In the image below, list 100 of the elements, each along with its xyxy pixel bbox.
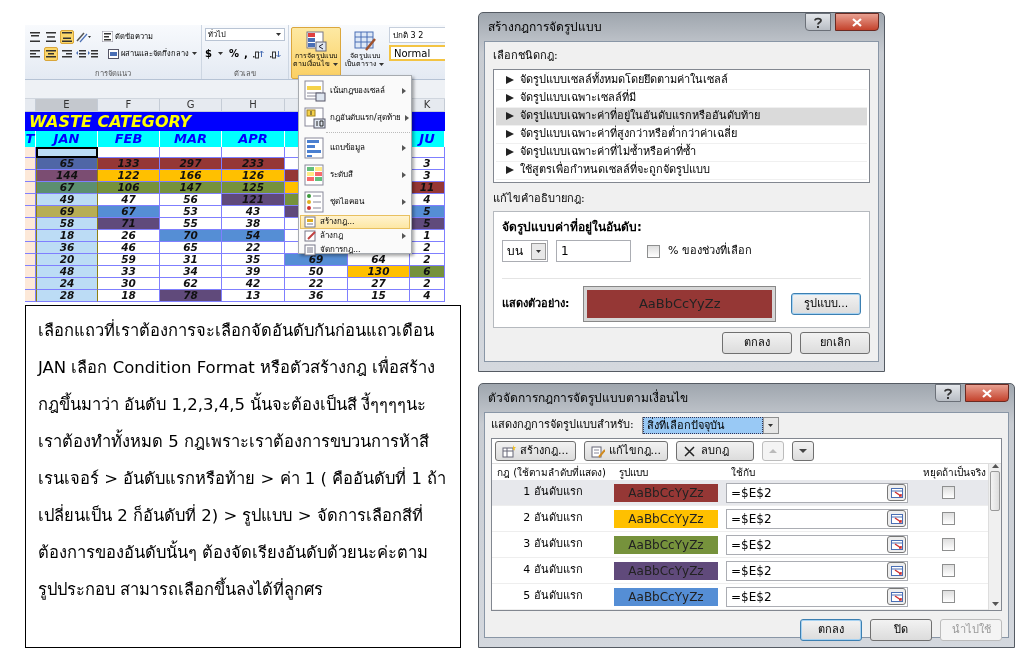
text-direction-icon[interactable] [76, 30, 92, 43]
range-picker-button[interactable] [887, 562, 906, 579]
rule-row[interactable]: 4 อันดับแรก AaBbCcYyZz =$E$2 [492, 558, 988, 584]
scrollbar[interactable] [988, 464, 1001, 610]
submenu-arrow-icon [402, 171, 406, 178]
align-button[interactable] [44, 29, 58, 44]
table-cell: 26 [98, 230, 160, 242]
direction-dropdown[interactable]: บน [502, 240, 548, 262]
menu-item[interactable]: ล้างกฎ [300, 229, 410, 243]
scrollbar-thumb[interactable] [990, 471, 1000, 511]
column-header[interactable]: H [222, 99, 285, 112]
triangle-icon [506, 94, 514, 102]
range-field[interactable]: =$E$2 [726, 482, 908, 503]
range-picker-button[interactable] [887, 484, 906, 501]
table-cell: 36 [285, 290, 348, 302]
close-button[interactable] [965, 384, 1009, 402]
align-button[interactable] [28, 29, 42, 44]
format-button[interactable]: $ [205, 49, 212, 58]
align-button[interactable] [60, 29, 74, 44]
rule-name: 1 อันดับแรก [522, 484, 584, 501]
menu-item[interactable]: ระดับสี [300, 161, 410, 188]
field-label: แสดงกฎการจัดรูปแบบสำหรับ: [491, 417, 634, 434]
dialog-button[interactable]: รูปแบบ... [791, 293, 861, 315]
toolbar-button[interactable]: ลบกฎ [676, 441, 754, 461]
cell-style-item[interactable]: Normal [389, 45, 445, 61]
checkbox[interactable] [647, 244, 660, 258]
submenu-arrow-icon [402, 144, 406, 151]
table-cell: 56 [160, 194, 222, 206]
list-item[interactable]: จัดรูปแบบเฉพาะค่าที่ไม่ซ้ำหรือค่าที่ซ้ำ [496, 143, 867, 162]
dropdown-value: บน [507, 243, 523, 260]
help-button[interactable] [805, 13, 831, 31]
dialog-button[interactable]: ยกเลิก [800, 332, 870, 354]
decrease-decimal-icon[interactable] [269, 48, 282, 59]
menu-item[interactable]: ชุดไอคอน [300, 188, 410, 215]
dialog-button[interactable]: ตกลง [800, 619, 862, 641]
range-field[interactable]: =$E$2 [726, 534, 908, 555]
table-cell [25, 158, 36, 170]
dialog-button[interactable]: ปิด [870, 619, 932, 641]
range-value: =$E$2 [731, 510, 772, 528]
decrease-indent-icon[interactable] [76, 48, 86, 59]
range-field[interactable]: =$E$2 [726, 508, 908, 529]
table-cell [25, 194, 36, 206]
column-header[interactable]: G [160, 99, 222, 112]
table-cell: 48 [36, 266, 98, 278]
table-cell: 297 [160, 158, 222, 170]
caret-icon [275, 32, 282, 37]
list-item-label: จัดรูปแบบเฉพาะค่าที่สูงกว่าหรือต่ำกว่าค่าเฉลี่ย [520, 125, 737, 142]
list-item[interactable]: จัดรูปแบบเฉพาะเซลล์ที่มี [496, 89, 867, 108]
caret-icon [332, 61, 339, 67]
column-header: หยุดถ้าเป็นจริง [922, 464, 987, 480]
rule-row[interactable]: 5 อันดับแรก AaBbCcYyZz =$E$2 [492, 584, 988, 610]
column-header[interactable]: K [410, 99, 445, 112]
list-item[interactable]: ใช้สูตรเพื่อกำหนดเซลล์ที่จะถูกจัดรูปแบบ [496, 161, 867, 180]
align-button[interactable] [44, 46, 58, 61]
increase-indent-icon[interactable] [88, 48, 98, 59]
range-field[interactable]: =$E$2 [726, 586, 908, 607]
checkbox[interactable] [941, 564, 955, 577]
close-button[interactable] [835, 13, 879, 31]
table-cell: 133 [98, 158, 160, 170]
table-cell: 64 [348, 254, 410, 266]
list-item[interactable]: จัดรูปแบบเฉพาะค่าที่สูงกว่าหรือต่ำกว่าค่าเฉลี่ย [496, 125, 867, 144]
table-cell: 28 [36, 290, 98, 302]
list-item[interactable]: จัดรูปแบบเซลล์ทั้งหมดโดยยึดตามค่าในเซลล์ [496, 71, 867, 90]
column-header[interactable]: F [98, 99, 160, 112]
range-picker-icon [890, 539, 903, 550]
dialog-title: สร้างกฎการจัดรูปแบบ [487, 19, 602, 36]
checkbox[interactable] [941, 486, 955, 499]
toolbar-button[interactable]: สร้างกฎ... [495, 441, 576, 461]
cell-style-item[interactable]: ปกติ 3 2 [389, 27, 445, 43]
checkbox[interactable] [941, 590, 955, 603]
conditional-format-icon [305, 30, 327, 52]
format-button[interactable]: , [244, 49, 248, 58]
arrow-button[interactable] [792, 441, 814, 461]
increase-decimal-icon[interactable] [252, 48, 265, 59]
list-item-label: จัดรูปแบบเซลล์ทั้งหมดโดยยึดตามค่าในเซลล์ [520, 71, 728, 88]
checkbox[interactable] [941, 512, 955, 525]
range-picker-button[interactable] [887, 510, 906, 527]
table-cell: 126 [222, 170, 285, 182]
help-button[interactable] [935, 384, 961, 402]
menu-item[interactable]: แถบข้อมูล [300, 134, 410, 161]
column-header[interactable]: E [36, 99, 98, 112]
table-cell: 78 [160, 290, 222, 302]
rank-input[interactable]: 1 [556, 240, 631, 262]
table-cell: 22 [285, 278, 348, 290]
menu-item[interactable]: สร้างกฎ... [300, 215, 410, 229]
range-picker-button[interactable] [887, 536, 906, 553]
question-mark-icon [814, 16, 822, 28]
rule-row[interactable]: 3 อันดับแรก AaBbCcYyZz =$E$2 [492, 532, 988, 558]
toolbar-button[interactable]: แก้ไขกฎ... [583, 441, 668, 461]
table-cell: 6 [410, 266, 445, 278]
dialog-button[interactable]: ตกลง [722, 332, 792, 354]
format-button[interactable]: % [228, 49, 239, 58]
range-picker-button[interactable] [887, 588, 906, 605]
rule-row[interactable]: 2 อันดับแรก AaBbCcYyZz =$E$2 [492, 506, 988, 532]
table-cell: 65 [36, 158, 98, 170]
checkbox[interactable] [941, 538, 955, 551]
range-field[interactable]: =$E$2 [726, 560, 908, 581]
menu-item-label: กฎอันดับแรก/สุดท้าย [330, 111, 401, 124]
menu-item[interactable]: เน้นกฎของเซลล์ [300, 77, 410, 104]
rule-row[interactable]: 1 อันดับแรก AaBbCcYyZz =$E$2 [492, 480, 988, 506]
